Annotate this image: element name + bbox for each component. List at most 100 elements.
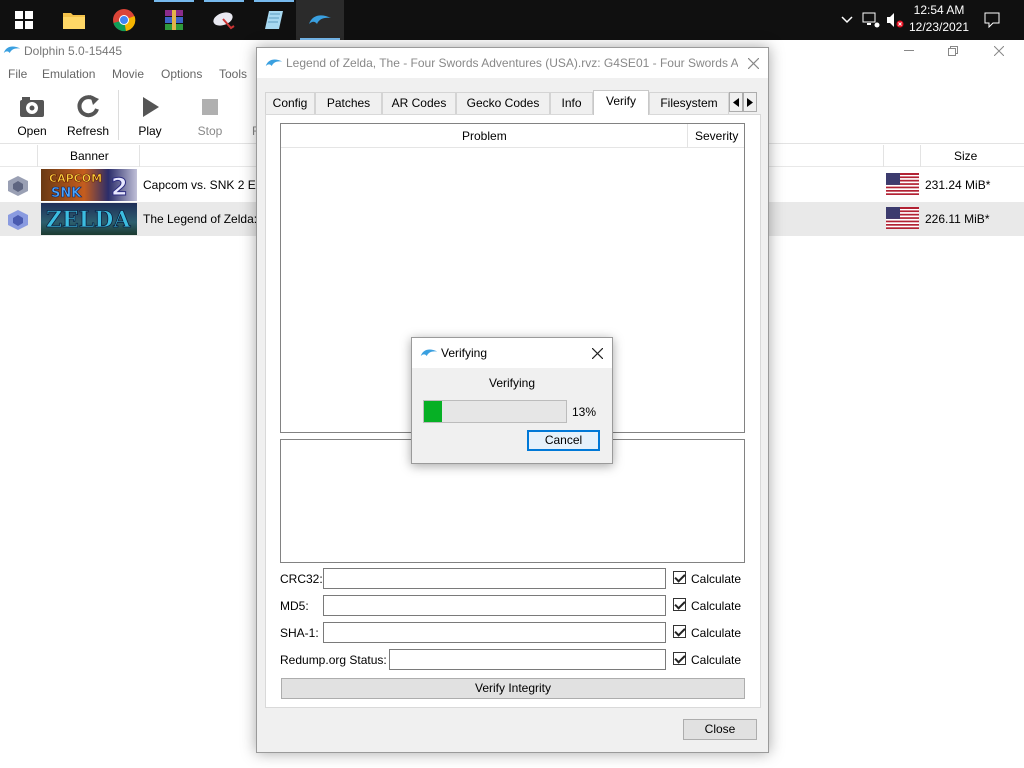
cancel-button[interactable]: Cancel xyxy=(527,430,600,451)
redump-calculate-checkbox[interactable] xyxy=(673,652,686,665)
taskbar-satellite-app[interactable] xyxy=(200,0,248,40)
crc32-row: CRC32: Calculate xyxy=(280,568,750,590)
restore-icon xyxy=(948,46,958,56)
network-icon xyxy=(862,12,880,28)
tab-info[interactable]: Info xyxy=(550,92,593,114)
usa-flag-icon xyxy=(886,173,919,195)
taskbar-dolphin[interactable] xyxy=(296,0,344,40)
verify-progress-percent: 13% xyxy=(572,405,597,419)
column-separator xyxy=(920,145,921,167)
close-button[interactable]: Close xyxy=(683,719,757,740)
sha1-row: SHA-1: Calculate xyxy=(280,622,750,644)
sha1-calculate-checkbox[interactable] xyxy=(673,625,686,638)
column-severity[interactable]: Severity xyxy=(695,129,738,143)
column-problem[interactable]: Problem xyxy=(462,129,507,143)
tab-gecko-codes[interactable]: Gecko Codes xyxy=(456,92,550,114)
md5-label: MD5: xyxy=(280,599,309,613)
taskbar-chrome[interactable] xyxy=(100,0,148,40)
tab-verify[interactable]: Verify xyxy=(593,90,649,115)
tab-patches[interactable]: Patches xyxy=(315,92,382,114)
column-size[interactable]: Size xyxy=(954,149,977,163)
open-button[interactable]: Open xyxy=(4,86,60,144)
game-banner-image: CAPCOM SNK 2 xyxy=(41,169,137,201)
refresh-button[interactable]: Refresh xyxy=(60,86,116,144)
minimize-button[interactable] xyxy=(886,40,932,62)
tray-network[interactable] xyxy=(860,0,882,40)
taskbar-clock[interactable]: 12:54 AM 12/23/2021 xyxy=(900,2,978,38)
redump-label: Redump.org Status: xyxy=(280,653,387,667)
column-separator xyxy=(687,124,688,148)
close-icon xyxy=(994,46,1004,56)
usa-flag-icon xyxy=(886,207,919,229)
folder-icon xyxy=(63,13,85,29)
windows-logo-icon xyxy=(15,11,33,29)
open-label: Open xyxy=(17,124,47,138)
crc32-field[interactable] xyxy=(323,568,666,589)
stop-icon xyxy=(202,99,218,115)
tab-scroll-right[interactable] xyxy=(743,92,757,112)
notifications-button[interactable] xyxy=(978,0,1006,40)
verifying-message: Verifying xyxy=(488,376,536,390)
verify-integrity-button[interactable]: Verify Integrity xyxy=(281,678,745,699)
main-window-title: Dolphin 5.0-15445 xyxy=(24,44,123,58)
menu-tools[interactable]: Tools xyxy=(219,67,247,81)
clock-time: 12:54 AM xyxy=(913,3,965,17)
start-button[interactable] xyxy=(0,0,48,40)
menu-options[interactable]: Options xyxy=(161,67,202,81)
play-label: Play xyxy=(138,124,162,138)
taskbar-winrar[interactable] xyxy=(150,0,198,40)
dolphin-icon xyxy=(265,59,283,66)
redump-calculate-label[interactable]: Calculate xyxy=(691,653,741,667)
play-button[interactable]: Play xyxy=(122,86,178,144)
open-disc-icon xyxy=(20,97,44,117)
tab-scroll-left[interactable] xyxy=(729,92,743,112)
satellite-app-icon xyxy=(213,12,235,30)
close-window-button[interactable] xyxy=(976,40,1022,62)
minimize-icon xyxy=(904,50,914,51)
notes-app-icon xyxy=(265,11,283,29)
column-separator xyxy=(139,145,140,167)
md5-calculate-label[interactable]: Calculate xyxy=(691,599,741,613)
menu-file[interactable]: File xyxy=(8,67,27,81)
taskbar-file-explorer[interactable] xyxy=(50,0,98,40)
winrar-icon xyxy=(165,10,183,30)
gamecube-icon xyxy=(8,210,28,230)
sha1-calculate-label[interactable]: Calculate xyxy=(691,626,741,640)
properties-title: Legend of Zelda, The - Four Swords Adven… xyxy=(286,56,738,70)
column-separator xyxy=(883,145,884,167)
tab-ar-codes[interactable]: AR Codes xyxy=(382,92,456,114)
crc32-calculate-checkbox[interactable] xyxy=(673,571,686,584)
stop-button[interactable]: Stop xyxy=(182,86,238,144)
redump-status-field[interactable] xyxy=(389,649,666,670)
crc32-calculate-label[interactable]: Calculate xyxy=(691,572,741,586)
verifying-title-bar: Verifying xyxy=(412,338,612,368)
redump-row: Redump.org Status: Calculate xyxy=(280,649,750,671)
close-icon xyxy=(747,57,759,69)
sha1-field[interactable] xyxy=(323,622,666,643)
column-banner[interactable]: Banner xyxy=(70,149,109,163)
properties-tab-bar: Config Patches AR Codes Gecko Codes Info… xyxy=(265,90,759,115)
tab-config[interactable]: Config xyxy=(265,92,315,114)
dolphin-icon xyxy=(309,15,331,24)
menu-emulation[interactable]: Emulation xyxy=(42,67,95,81)
menu-movie[interactable]: Movie xyxy=(112,67,144,81)
md5-calculate-checkbox[interactable] xyxy=(673,598,686,611)
md5-field[interactable] xyxy=(323,595,666,616)
refresh-icon xyxy=(77,95,99,118)
verifying-dialog-title: Verifying xyxy=(441,346,488,360)
chevron-up-icon xyxy=(841,16,853,24)
maximize-button[interactable] xyxy=(930,40,976,62)
game-title: The Legend of Zelda: xyxy=(143,212,258,226)
tab-filesystem[interactable]: Filesystem xyxy=(649,92,729,114)
column-separator xyxy=(37,145,38,167)
svg-text:ZELDA: ZELDA xyxy=(46,207,131,233)
dolphin-icon xyxy=(420,349,438,356)
chrome-icon xyxy=(113,9,136,32)
properties-title-bar: Legend of Zelda, The - Four Swords Adven… xyxy=(257,48,768,78)
taskbar-notes-app[interactable] xyxy=(250,0,298,40)
verifying-close-button[interactable] xyxy=(587,343,607,363)
arrow-left-icon xyxy=(733,97,739,107)
problem-table-header: Problem Severity xyxy=(281,124,744,148)
tray-overflow[interactable] xyxy=(838,0,856,40)
properties-close-button[interactable] xyxy=(743,53,763,73)
